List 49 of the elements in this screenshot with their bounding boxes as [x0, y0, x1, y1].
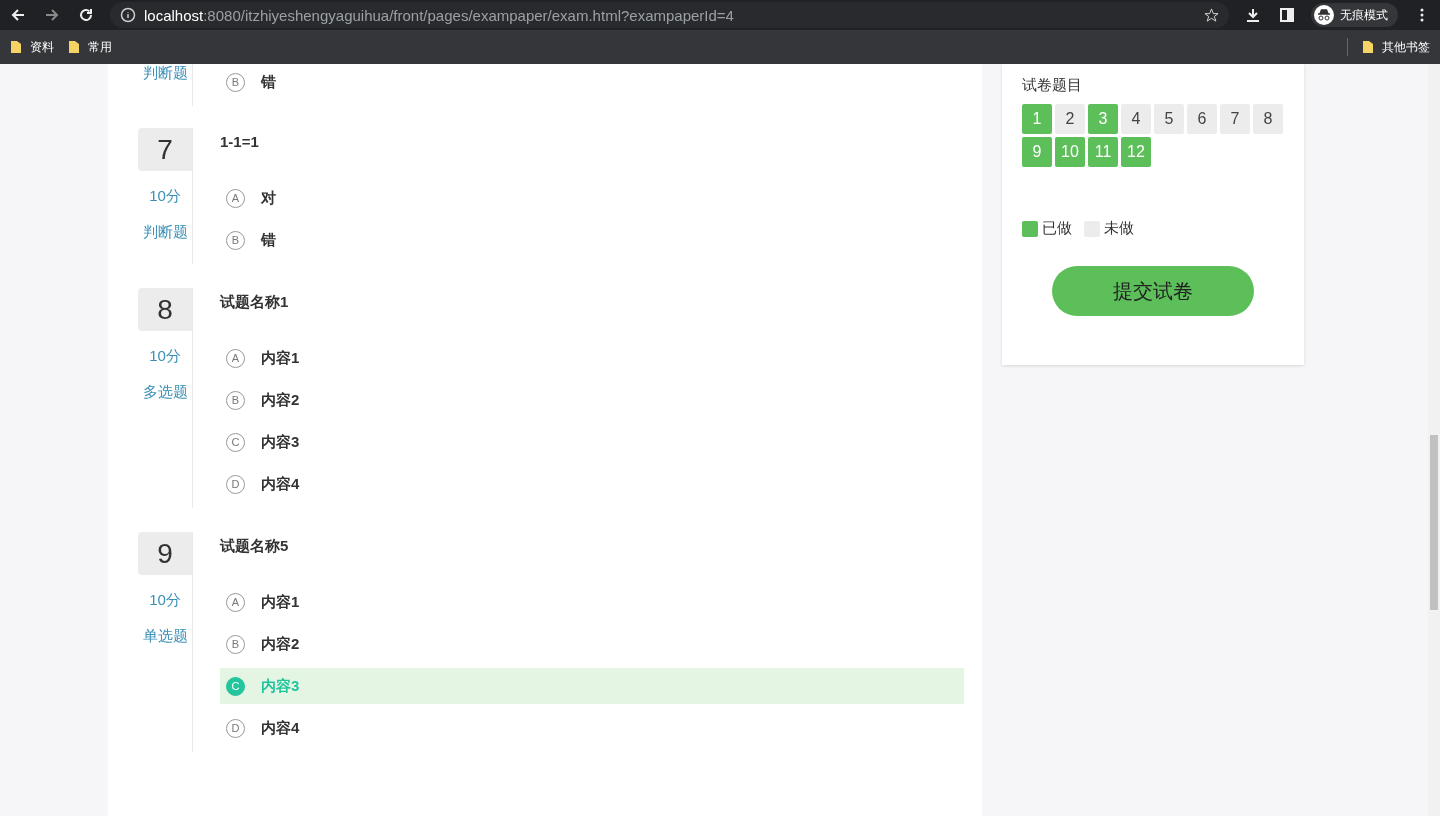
incognito-badge[interactable]: 无痕模式: [1311, 3, 1398, 27]
folder-icon: [10, 40, 22, 54]
answer-option[interactable]: D 内容4: [220, 710, 964, 746]
question-number: 7: [138, 128, 192, 171]
panel-title: 试卷题目: [1022, 76, 1083, 95]
question-link[interactable]: 5: [1154, 104, 1184, 134]
bookmark[interactable]: 其他书签: [1362, 38, 1430, 56]
url-path: :8080/itzhiyeshengyaguihua/front/pages/exampaper/exam.html?exampaperId=4: [203, 6, 734, 24]
answer-option[interactable]: A 内容1: [220, 584, 964, 620]
address-bar[interactable]: localhost:8080/itzhiyeshengyaguihua/front/pages/exampaper/exam.html?exampaperId=4: [110, 2, 1229, 28]
question-score: 10分: [149, 187, 181, 205]
answer-option[interactable]: A 内容1: [220, 340, 964, 376]
question-score: 10分: [149, 591, 181, 609]
folder-icon: [68, 40, 80, 54]
answer-option[interactable]: D 内容4: [220, 466, 964, 502]
answer-option[interactable]: B 错: [220, 64, 964, 100]
question-link[interactable]: 2: [1055, 104, 1085, 134]
question-score: 10分: [149, 347, 181, 365]
question-title: 试题名称1: [220, 292, 290, 312]
url-host: localhost: [144, 6, 204, 24]
bookmark[interactable]: 常用: [68, 38, 112, 56]
folder-icon: [1362, 40, 1374, 54]
question-type: 单选题: [142, 627, 188, 645]
sidepanel-icon[interactable]: [1277, 5, 1297, 25]
scrollbar[interactable]: [1428, 64, 1440, 816]
answer-option[interactable]: B 错: [220, 222, 964, 258]
legend-label: 已做: [1042, 219, 1072, 238]
submit-button[interactable]: 提交试卷: [1052, 266, 1254, 316]
question-link[interactable]: 6: [1187, 104, 1217, 134]
answer-option[interactable]: B 内容2: [220, 382, 964, 418]
answer-option[interactable]: C 内容3: [220, 424, 964, 460]
answer-option[interactable]: B 内容2: [220, 626, 964, 662]
question-link[interactable]: 8: [1253, 104, 1283, 134]
bookmark[interactable]: 资料: [10, 38, 54, 56]
question-number: 8: [138, 288, 192, 331]
question-link[interactable]: 4: [1121, 104, 1151, 134]
scrollbar-thumb[interactable]: [1430, 435, 1438, 610]
question-type: 判断题: [142, 64, 188, 82]
star-icon[interactable]: [1204, 7, 1219, 23]
question-type: 判断题: [142, 223, 188, 241]
question-title: 试题名称5: [220, 536, 290, 556]
answer-option[interactable]: A 对: [220, 180, 964, 216]
incognito-icon: [1314, 5, 1334, 25]
question-number: 9: [138, 532, 192, 575]
question-link[interactable]: 7: [1220, 104, 1250, 134]
question-type: 多选题: [142, 383, 188, 401]
legend-label: 未做: [1104, 219, 1134, 238]
question-title: 1-1=1: [220, 132, 260, 152]
info-icon: [120, 7, 136, 23]
